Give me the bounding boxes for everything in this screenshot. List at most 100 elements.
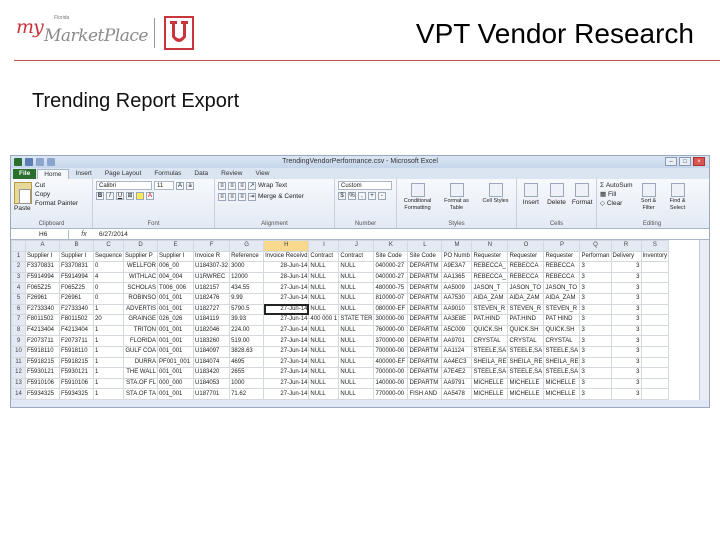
row-header[interactable]: 3 — [11, 271, 26, 284]
grid-cell[interactable]: 001_001 — [157, 335, 195, 347]
grid-cell[interactable]: Contract — [308, 250, 340, 263]
wrap-text-button[interactable]: Wrap Text — [258, 181, 287, 190]
grid-cell[interactable]: PAT.HIND — [471, 314, 509, 326]
grid-cell[interactable]: 3 — [579, 377, 612, 390]
grid-cell[interactable]: NULL — [308, 324, 340, 337]
grid-cell[interactable]: 1 — [92, 345, 125, 358]
autosum-button[interactable]: Σ AutoSum — [600, 181, 633, 190]
grid-cell[interactable]: DEPARTM — [407, 324, 443, 337]
grid-cell[interactable]: JASON_TO — [543, 282, 581, 294]
bold-icon[interactable]: B — [96, 192, 104, 200]
fx-icon[interactable]: fx — [69, 231, 99, 238]
grid-cell[interactable]: 224.00 — [229, 324, 265, 337]
grid-cell[interactable]: 300000-00 — [373, 314, 409, 326]
grid-cell[interactable] — [640, 324, 670, 337]
grid-cell[interactable]: STEELE,SA — [471, 345, 509, 358]
grid-cell[interactable]: DEPARTM — [407, 345, 443, 358]
column-header-m[interactable]: M — [441, 240, 473, 252]
grid-cell[interactable]: 27-Jun-14 — [263, 324, 310, 337]
grid-cell[interactable]: 006_00 — [157, 261, 195, 273]
grid-cell[interactable]: GRAINGE — [123, 314, 159, 326]
column-header-s[interactable]: S — [640, 240, 670, 252]
grid-cell[interactable]: 3 — [610, 324, 642, 337]
grid-cell[interactable]: 3 — [610, 271, 642, 284]
grid-cell[interactable]: 27-Jun-14 — [263, 292, 310, 305]
grid-cell[interactable]: Supplier I — [59, 250, 94, 263]
grid-cell[interactable]: 3 — [579, 388, 612, 400]
grid-cell[interactable]: CRYSTAL — [471, 335, 509, 347]
grid-cell[interactable]: AA3E8E — [441, 314, 473, 326]
align-middle-icon[interactable]: ≡ — [228, 181, 236, 190]
formula-input[interactable]: 6/27/2014 — [99, 231, 128, 238]
grid-cell[interactable]: F5918110 — [25, 345, 60, 358]
grid-cell[interactable]: 27-Jun-14 — [263, 388, 310, 400]
grid-cell[interactable]: JASON_T — [471, 282, 509, 294]
column-header-n[interactable]: N — [471, 240, 509, 252]
grid-cell[interactable]: 39.93 — [229, 314, 265, 326]
column-header-j[interactable]: J — [338, 240, 375, 252]
grid-cell[interactable]: STA.OF FL — [123, 377, 159, 390]
grid-cell[interactable]: U182046 — [193, 324, 231, 337]
row-header[interactable]: 2 — [11, 261, 26, 273]
close-icon[interactable]: × — [693, 157, 705, 166]
grid-cell[interactable]: NULL — [308, 292, 340, 305]
grid-cell[interactable]: 026_026 — [157, 314, 195, 326]
grid-cell[interactable]: 3 — [610, 377, 642, 390]
tab-page-layout[interactable]: Page Layout — [99, 169, 148, 179]
grid-cell[interactable]: NULL — [338, 356, 375, 369]
grid-cell[interactable]: 700000-00 — [373, 367, 409, 379]
grid-cell[interactable]: MICHELLE — [507, 377, 545, 390]
grid-cell[interactable]: 001_001 — [157, 388, 195, 400]
grid-cell[interactable]: Contract — [338, 250, 375, 263]
grid-cell[interactable] — [640, 335, 670, 347]
grid-cell[interactable] — [640, 292, 670, 305]
grid-cell[interactable]: 1 — [92, 367, 125, 379]
grid-cell[interactable]: JASON_TO — [507, 282, 545, 294]
grid-cell[interactable]: Reference — [229, 250, 265, 263]
grid-cell[interactable]: GULF COA — [123, 345, 159, 358]
grid-cell[interactable]: NULL — [338, 367, 375, 379]
fill-color-icon[interactable] — [136, 192, 144, 200]
grid-cell[interactable]: AIDA_ZAM — [543, 292, 581, 305]
grid-cell[interactable]: 27-Jun-14 — [263, 345, 310, 358]
grid-cell[interactable]: DEPARTM — [407, 271, 443, 284]
grid-cell[interactable]: Supplier I — [25, 250, 60, 263]
increase-decimal-icon[interactable]: + — [368, 192, 376, 200]
grid-cell[interactable]: U184053 — [193, 377, 231, 390]
grid-cell[interactable]: NULL — [308, 345, 340, 358]
grid-cell[interactable]: FISH AND — [407, 388, 443, 400]
grid-cell[interactable]: 0 — [92, 282, 125, 294]
grid-cell[interactable]: NULL — [338, 303, 375, 316]
grid-cell[interactable]: Supplier P — [123, 250, 159, 263]
grid-cell[interactable]: NULL — [338, 292, 375, 305]
grid-cell[interactable]: DEPARTM — [407, 292, 443, 305]
grid-cell[interactable]: 400000-EF — [373, 356, 409, 369]
grid-cell[interactable]: U182727 — [193, 303, 231, 316]
grid-cell[interactable]: F2733340 — [59, 303, 94, 316]
tab-view[interactable]: View — [249, 169, 275, 179]
column-header-e[interactable]: E — [157, 240, 195, 252]
row-header[interactable]: 10 — [11, 345, 26, 358]
font-size-select[interactable]: 11 — [154, 181, 174, 190]
grid-cell[interactable]: NULL — [338, 388, 375, 400]
grid-cell[interactable]: TRITON — [123, 324, 159, 337]
grid-cell[interactable] — [640, 356, 670, 369]
grid-cell[interactable]: 1 — [92, 356, 125, 369]
grid-cell[interactable]: F26961 — [25, 292, 60, 305]
grid-cell[interactable]: NULL — [338, 335, 375, 347]
grid-cell[interactable]: Requester — [543, 250, 581, 263]
grid-cell[interactable]: 3 — [579, 303, 612, 316]
grid-cell[interactable]: F065Z25 — [25, 282, 60, 294]
align-center-icon[interactable]: ≡ — [228, 192, 236, 201]
grid-cell[interactable]: U182157 — [193, 282, 231, 294]
grid-cell[interactable]: AA9791 — [441, 377, 473, 390]
align-left-icon[interactable]: ≡ — [218, 192, 226, 201]
grid-cell[interactable]: F2073711 — [59, 335, 94, 347]
grid-cell[interactable]: SHEILA_RE — [471, 356, 509, 369]
percent-icon[interactable]: % — [348, 192, 356, 200]
row-header[interactable]: 11 — [11, 356, 26, 369]
grid-cell[interactable]: WELLFOR — [123, 261, 159, 273]
grid-cell[interactable]: F5934325 — [25, 388, 60, 400]
grid-cell[interactable]: REBECCA — [507, 261, 545, 273]
grid-cell[interactable]: MICHELLE — [543, 388, 581, 400]
